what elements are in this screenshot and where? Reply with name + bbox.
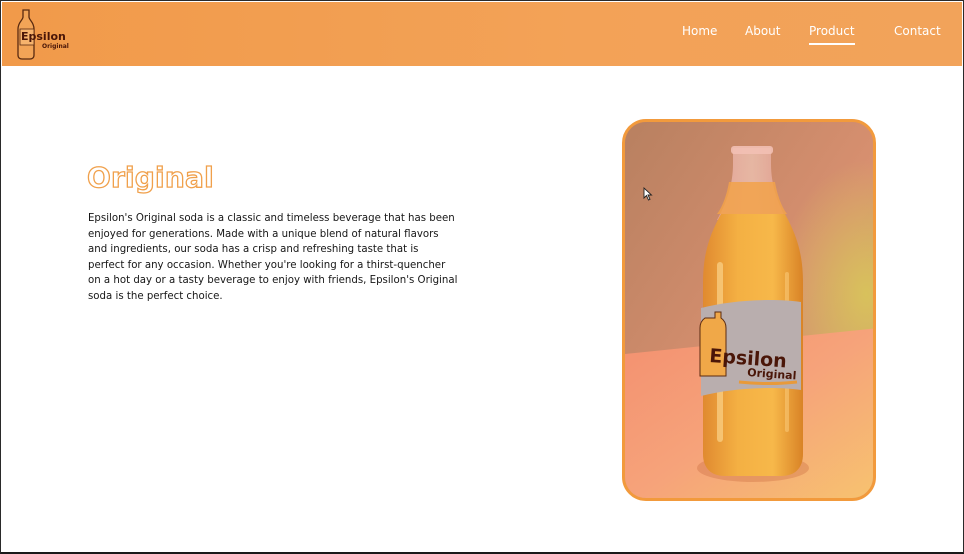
nav-contact[interactable]: Contact xyxy=(894,24,941,38)
product-description: Epsilon's Original soda is a classic and… xyxy=(88,213,458,302)
mouse-cursor-icon xyxy=(643,187,653,201)
nav-product[interactable]: Product xyxy=(809,24,855,45)
bottle-logo-icon: Epsilon Original xyxy=(17,9,69,60)
product-image: Epsilon Original xyxy=(622,119,876,501)
product-title: Original xyxy=(86,160,214,194)
soda-bottle-illustration: Epsilon Original xyxy=(625,122,873,498)
brand-logo[interactable]: Epsilon Original xyxy=(15,7,83,61)
page-frame: Epsilon Original Home About Product Cont… xyxy=(0,0,964,554)
logo-brand-text: Epsilon xyxy=(21,30,66,43)
nav-home[interactable]: Home xyxy=(682,24,717,38)
nav-about[interactable]: About xyxy=(745,24,780,38)
logo-subtitle-text: Original xyxy=(42,43,69,50)
navbar: Epsilon Original Home About Product Cont… xyxy=(2,2,962,66)
